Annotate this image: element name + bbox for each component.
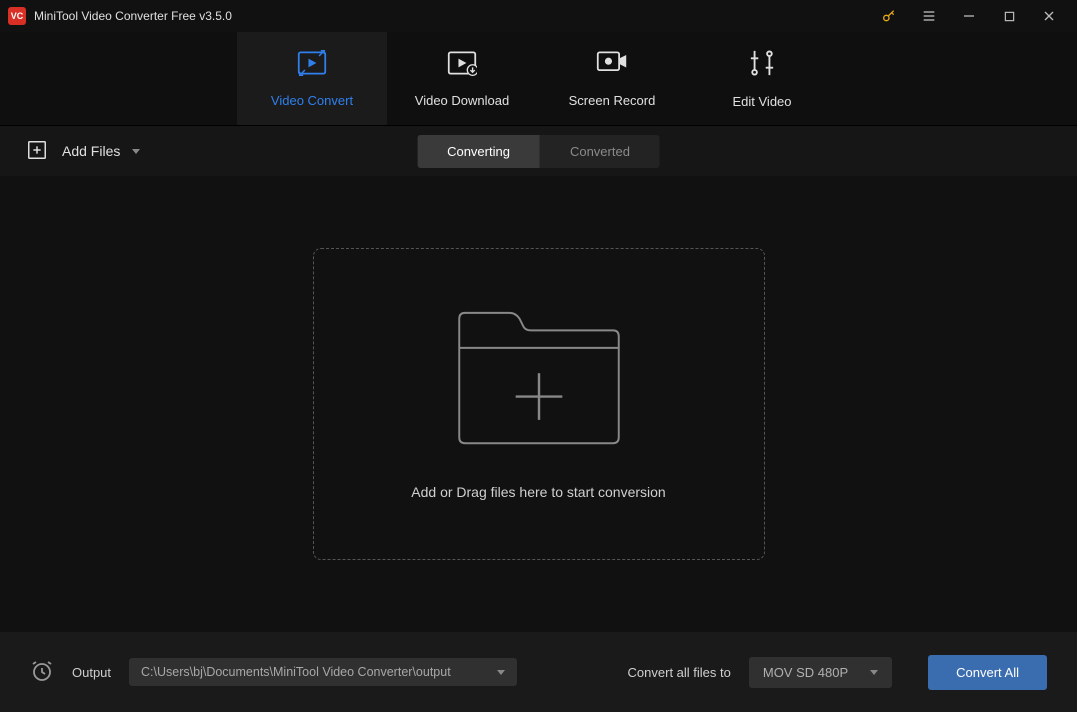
output-path-select[interactable]: C:\Users\bj\Documents\MiniTool Video Con… <box>129 658 517 686</box>
minimize-button[interactable] <box>949 0 989 32</box>
screen-record-icon <box>596 50 628 79</box>
tab-video-download[interactable]: Video Download <box>387 32 537 125</box>
edit-video-icon <box>749 49 775 80</box>
add-files-button[interactable]: Add Files <box>26 139 120 164</box>
file-dropzone[interactable]: Add or Drag files here to start conversi… <box>313 248 765 560</box>
tab-converting[interactable]: Converting <box>417 135 540 168</box>
folder-add-icon <box>451 309 627 454</box>
bottom-bar: Output C:\Users\bj\Documents\MiniTool Vi… <box>0 632 1077 712</box>
upgrade-key-icon[interactable] <box>869 0 909 32</box>
tab-label: Video Convert <box>271 93 353 108</box>
video-download-icon <box>447 50 477 79</box>
main-nav: Video Convert Video Download Screen Reco… <box>0 32 1077 126</box>
toolbar: Add Files Converting Converted <box>0 126 1077 176</box>
tab-converted[interactable]: Converted <box>540 135 660 168</box>
status-segment: Converting Converted <box>417 135 660 168</box>
video-convert-icon <box>297 50 327 79</box>
close-button[interactable] <box>1029 0 1069 32</box>
tab-edit-video[interactable]: Edit Video <box>687 32 837 125</box>
schedule-icon[interactable] <box>30 659 54 686</box>
hamburger-menu-icon[interactable] <box>909 0 949 32</box>
tab-label: Edit Video <box>732 94 791 109</box>
tab-label: Screen Record <box>569 93 656 108</box>
maximize-button[interactable] <box>989 0 1029 32</box>
app-logo: VC <box>8 7 26 25</box>
chevron-down-icon <box>132 149 140 154</box>
add-files-dropdown[interactable] <box>132 149 140 154</box>
add-files-icon <box>26 139 48 164</box>
tab-label: Video Download <box>415 93 509 108</box>
convert-all-button[interactable]: Convert All <box>928 655 1047 690</box>
chevron-down-icon <box>870 670 878 675</box>
main-area: Add or Drag files here to start conversi… <box>0 176 1077 632</box>
output-format-select[interactable]: MOV SD 480P <box>749 657 892 688</box>
chevron-down-icon <box>497 670 505 675</box>
add-files-label: Add Files <box>62 143 120 159</box>
tab-screen-record[interactable]: Screen Record <box>537 32 687 125</box>
output-format-value: MOV SD 480P <box>763 665 848 680</box>
titlebar: VC MiniTool Video Converter Free v3.5.0 <box>0 0 1077 32</box>
dropzone-text: Add or Drag files here to start conversi… <box>411 484 665 500</box>
app-title: MiniTool Video Converter Free v3.5.0 <box>34 9 232 23</box>
output-path-value: C:\Users\bj\Documents\MiniTool Video Con… <box>141 665 451 679</box>
tab-video-convert[interactable]: Video Convert <box>237 32 387 125</box>
convert-all-files-label: Convert all files to <box>628 665 731 680</box>
output-label: Output <box>72 665 111 680</box>
